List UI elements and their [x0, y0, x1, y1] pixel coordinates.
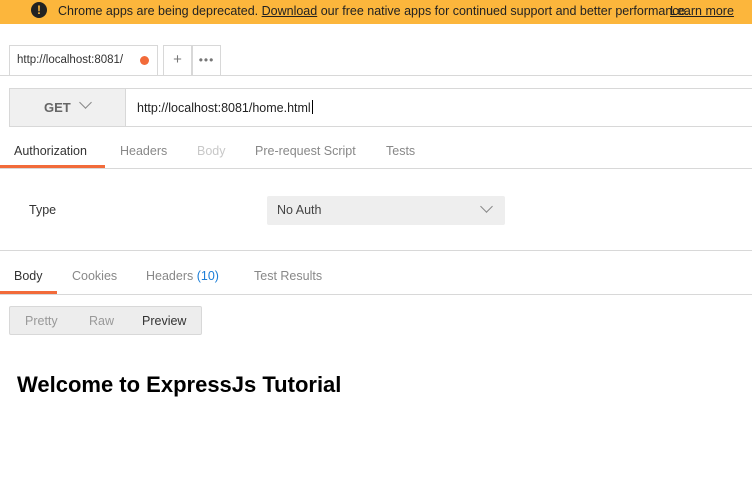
tab-response-headers[interactable]: Headers (10): [146, 269, 219, 283]
request-tab-label: http://localhost:8081/: [17, 54, 124, 66]
url-input[interactable]: http://localhost:8081/home.html: [137, 100, 313, 115]
chevron-down-icon: [79, 96, 92, 109]
learn-more-link[interactable]: Learn more: [670, 4, 734, 18]
tab-response-headers-label: Headers: [146, 269, 194, 283]
banner-message-suffix: our free native apps for continued suppo…: [320, 4, 689, 18]
new-tab-button[interactable]: +: [163, 45, 192, 75]
unsaved-dot-icon: [140, 56, 149, 65]
preview-button[interactable]: Preview: [142, 314, 186, 328]
tab-headers[interactable]: Headers: [120, 144, 167, 158]
headers-count-badge: (10): [196, 269, 219, 283]
request-tab-strip: http://localhost:8081/ + •••: [0, 24, 752, 76]
auth-type-value: No Auth: [277, 203, 322, 217]
more-tabs-button[interactable]: •••: [192, 45, 221, 75]
tab-response-body[interactable]: Body: [14, 269, 43, 283]
banner-message: Chrome apps are being deprecated. Downlo…: [58, 4, 689, 18]
tab-pre-request-script[interactable]: Pre-request Script: [255, 144, 356, 158]
pretty-button[interactable]: Pretty: [25, 314, 58, 328]
banner-message-prefix: Chrome apps are being deprecated.: [58, 4, 259, 18]
deprecation-banner: ! Chrome apps are being deprecated. Down…: [0, 0, 752, 24]
tab-test-results[interactable]: Test Results: [254, 269, 322, 283]
auth-type-label: Type: [29, 203, 57, 217]
url-text: http://localhost:8081/home.html: [137, 101, 311, 115]
active-tab-indicator: [0, 165, 105, 168]
response-tabs: Body Cookies Headers (10) Test Results: [0, 251, 752, 295]
warning-icon: !: [31, 2, 47, 18]
request-tab[interactable]: http://localhost:8081/: [9, 45, 158, 75]
raw-button[interactable]: Raw: [89, 314, 114, 328]
tab-tests[interactable]: Tests: [386, 144, 415, 158]
url-bar: GET http://localhost:8081/home.html: [9, 88, 752, 127]
download-link[interactable]: Download: [262, 4, 318, 18]
request-tabs: Authorization Headers Body Pre-request S…: [0, 138, 752, 169]
chevron-down-icon: [480, 200, 493, 213]
method-label: GET: [44, 100, 71, 115]
preview-heading: Welcome to ExpressJs Tutorial: [17, 372, 342, 397]
tab-authorization[interactable]: Authorization: [14, 144, 87, 158]
view-mode-group: Pretty Raw Preview: [9, 306, 202, 335]
active-response-tab-indicator: [0, 291, 57, 294]
tab-body[interactable]: Body: [197, 144, 226, 158]
tab-cookies[interactable]: Cookies: [72, 269, 117, 283]
auth-type-select[interactable]: No Auth: [267, 196, 505, 225]
method-select[interactable]: GET: [10, 89, 126, 126]
text-caret: [311, 100, 313, 114]
